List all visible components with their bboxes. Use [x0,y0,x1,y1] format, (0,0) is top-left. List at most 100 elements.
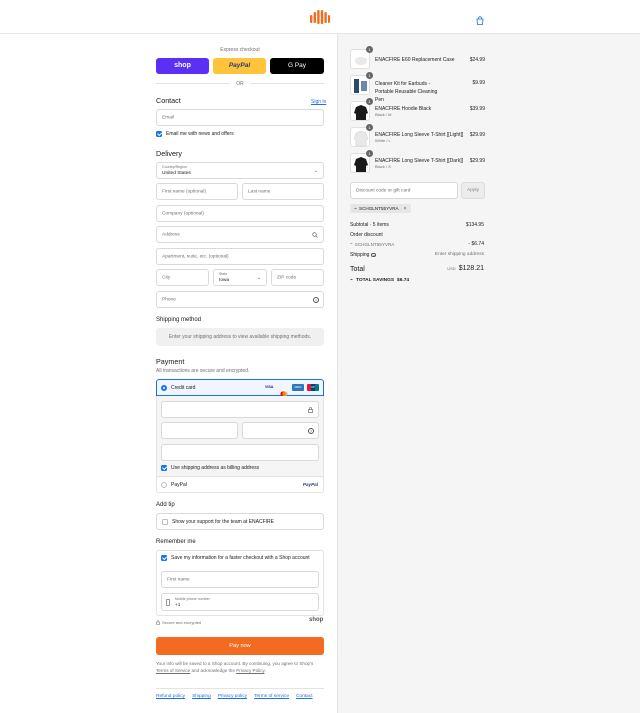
help-icon[interactable]: ? [308,428,314,434]
apartment-field[interactable]: Apartment, suite, etc. (optional) [156,248,324,265]
total-savings-label: TOTAL SAVINGS [356,277,395,283]
help-icon[interactable]: ? [313,297,319,303]
credit-card-radio[interactable] [161,385,167,391]
save-info-label: Save my information for a faster checkou… [171,555,310,561]
tag-icon: ⌁ [354,205,358,212]
remember-me-heading: Remember me [156,539,196,545]
discount-code-field[interactable]: Discount code or gift card [350,182,458,199]
contact-heading: Contact [156,96,181,105]
billing-address-checkbox[interactable] [161,465,167,471]
order-discount-code: SCHGLNT55YVRA [354,241,395,247]
product-price: $29.99 [469,132,485,138]
quantity-badge: 1 [366,150,373,157]
quantity-badge: 1 [366,98,373,105]
remove-discount-icon[interactable]: × [404,206,407,212]
shipping-row: Shipping ? [350,252,376,258]
terms-of-service-link[interactable]: Terms of Service [156,668,190,673]
billing-address-checkbox-row[interactable]: Use shipping address as billing address [161,465,259,471]
tip-checkbox[interactable] [162,519,168,525]
privacy-policy-footer-link[interactable]: Privacy policy [218,694,247,699]
cart-bag-icon[interactable] [476,12,484,25]
order-discount-code-row: ⌁ SCHGLNT55YVRA [350,241,394,247]
save-info-checkbox[interactable] [161,555,167,561]
shop-pay-button[interactable]: shop [156,58,209,74]
total-label: Total [350,266,365,273]
tip-option-label: Show your support for the team at ENACFI… [172,519,274,525]
shop-first-name-field[interactable]: First name [161,571,319,588]
amex-icon: AMEX [292,383,304,391]
newsletter-checkbox-row[interactable]: Email me with news and offers [156,131,234,137]
privacy-policy-link[interactable]: Privacy Policy [236,668,264,673]
product-price: $9.99 [472,80,485,86]
chevron-down-icon: ⌄ [256,275,261,281]
zip-field[interactable]: ZIP code [271,269,324,286]
city-field[interactable]: City [156,269,209,286]
secure-badge: Secure and encrypted [156,620,201,625]
pay-now-button[interactable]: Pay now [156,637,324,655]
sign-in-link[interactable]: Sign in [311,99,326,105]
apply-button[interactable]: Apply [461,182,485,199]
security-code-field[interactable]: ? [242,422,319,439]
first-name-field[interactable]: First name (optional) [156,183,238,200]
last-name-field[interactable]: Last name [242,183,324,200]
express-checkout-label: Express checkout [220,47,260,53]
mobile-phone-value: +1 [175,603,181,608]
google-pay-button[interactable]: G Pay [270,58,324,74]
newsletter-checkbox[interactable] [156,131,162,137]
product-variant: Black / S [375,164,391,169]
legal-text: Your info will be saved to a Shop accoun… [156,661,314,674]
paypal-label: PayPal [171,482,187,488]
address-field[interactable]: Address [156,226,324,243]
product-price: $24.99 [469,57,485,63]
paypal-button[interactable]: PayPal [213,58,266,74]
save-info-checkbox-row[interactable]: Save my information for a faster checkou… [161,555,310,561]
total-value: $128.21 [458,265,484,272]
total-savings-value: $6.74 [397,277,410,283]
paypal-radio[interactable] [161,482,167,488]
state-select[interactable]: State Iowa ⌄ [213,269,267,286]
shipping-method-notice: Enter your shipping address to view avai… [156,328,324,346]
shipping-method-notice-text: Enter your shipping address to view avai… [168,334,312,340]
shipping-value: Enter shipping address [434,252,484,257]
credit-card-option[interactable]: Credit card VISA AMEX UP [156,379,324,397]
currency-label: USD [447,266,456,271]
paypal-option[interactable]: PayPal PayPal [156,476,324,493]
lock-icon [156,620,160,625]
brand-logo[interactable] [310,9,330,25]
subtotal-label: Subtotal · 5 items [350,222,389,228]
shipping-link[interactable]: Shipping [192,694,211,699]
divider [156,83,230,84]
product-name: Cleaner Kit for Earbuds - Portable Reusa… [375,81,438,103]
discount-code-text: SCHGLNT55YVRA [359,206,399,211]
delivery-heading: Delivery [156,149,182,158]
payment-heading: Payment [156,357,185,366]
state-value: Iowa [219,278,230,283]
mobile-phone-label: Mobile phone number [175,597,210,601]
subtotal-value: $134.95 [465,222,484,228]
contact-link[interactable]: Contact [296,694,313,699]
footer-links: Refund policy Shipping Privacy policy Te… [156,694,313,699]
terms-of-service-footer-link[interactable]: Terms of service [254,694,289,699]
total-savings-row: ⌁ TOTAL SAVINGS $6.74 [350,277,409,283]
product-variant: Black / M [375,112,392,117]
mobile-phone-field[interactable]: Mobile phone number +1 [161,593,319,611]
tip-option[interactable]: Show your support for the team at ENACFI… [156,513,324,530]
help-icon[interactable]: ? [371,252,376,258]
country-select[interactable]: Country/Region United States ⌄ [156,162,324,179]
shipping-method-heading: Shipping method [156,317,202,323]
chevron-down-icon: ⌄ [313,168,318,174]
company-field[interactable]: Company (optional) [156,205,324,222]
phone-field[interactable]: Phone ? [156,291,324,308]
quantity-badge: 1 [366,124,373,131]
or-divider-label: OR [236,81,244,87]
name-on-card-field[interactable] [161,444,319,461]
shipping-label: Shipping [350,252,370,258]
product-variant: White / L [375,138,391,143]
product-price: $39.99 [469,106,485,112]
expiration-date-field[interactable] [161,422,238,439]
order-discount-value: - $6.74 [468,241,484,247]
billing-address-label: Use shipping address as billing address [171,465,260,471]
card-number-field[interactable] [161,401,319,418]
email-field[interactable]: Email [156,109,324,126]
refund-policy-link[interactable]: Refund policy [156,694,185,699]
